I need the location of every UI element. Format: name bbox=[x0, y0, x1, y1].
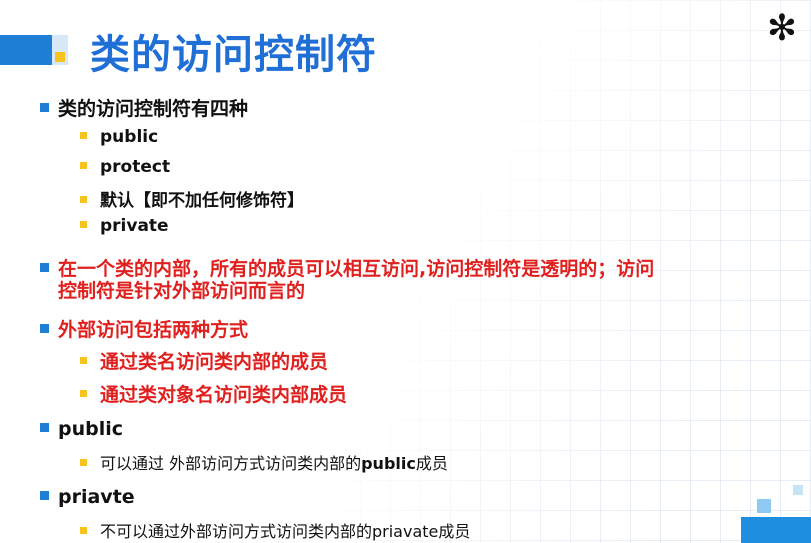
bullet-item: 外部访问包括两种方式 bbox=[40, 315, 248, 342]
sub-bullet-keyword: public bbox=[361, 454, 416, 473]
bullet-item: 类的访问控制符有四种 bbox=[40, 94, 248, 121]
sub-bullet-text: 通过类对象名访问类内部成员 bbox=[100, 384, 348, 406]
sub-bullet-square-icon bbox=[80, 459, 87, 466]
title-bar-decoration bbox=[0, 35, 52, 65]
sub-bullet-square-icon bbox=[80, 161, 87, 169]
bullet-square-icon bbox=[40, 423, 49, 432]
sub-bullet-text-post: 成员 bbox=[415, 454, 448, 473]
bullet-text: priavte bbox=[58, 486, 135, 508]
bullet-text-line2: 控制符是针对外部访问而言的 bbox=[58, 280, 306, 302]
bullet-item: priavte bbox=[40, 486, 135, 508]
bullet-text: 类的访问控制符有四种 bbox=[58, 98, 249, 120]
sub-bullet-square-icon bbox=[80, 220, 87, 228]
bullet-item: public bbox=[40, 418, 123, 440]
sub-bullet-text-pre: 可以通过 外部访问方式访问类内部的 bbox=[100, 454, 362, 473]
sub-bullet-item: private bbox=[80, 216, 169, 236]
sub-bullet-item: 不可以通过外部访问方式访问类内部的priavate成员 bbox=[80, 518, 470, 542]
slide-title: 类的访问控制符 bbox=[90, 32, 377, 78]
sub-bullet-text: protect bbox=[100, 157, 171, 177]
sub-bullet-square-icon bbox=[80, 357, 87, 364]
sub-bullet-text: 不可以通过外部访问方式访问类内部的priavate成员 bbox=[100, 522, 471, 541]
sub-bullet-text: 通过类名访问类内部的成员 bbox=[100, 351, 329, 373]
bullet-square-icon bbox=[40, 103, 49, 112]
corner-decoration-square bbox=[757, 499, 771, 513]
sub-bullet-square-icon bbox=[80, 527, 87, 534]
sub-bullet-item: 通过类名访问类内部的成员 bbox=[80, 347, 328, 374]
corner-decoration-square-small bbox=[793, 485, 803, 495]
bullet-text: public bbox=[58, 418, 124, 440]
sub-bullet-square-icon bbox=[80, 195, 87, 203]
bullet-text-continuation: 控制符是针对外部访问而言的 bbox=[58, 276, 305, 303]
sub-bullet-item: 默认【即不加任何修饰符】 bbox=[80, 186, 304, 211]
title-square-decoration bbox=[55, 52, 65, 62]
sub-bullet-text: public bbox=[100, 127, 159, 147]
asterisk-icon: ✻ bbox=[766, 8, 797, 49]
sub-bullet-square-icon bbox=[80, 131, 87, 139]
sub-bullet-item: public bbox=[80, 127, 158, 147]
sub-bullet-text: private bbox=[100, 216, 169, 236]
bullet-square-icon bbox=[40, 324, 49, 333]
bullet-text: 外部访问包括两种方式 bbox=[58, 319, 249, 341]
sub-bullet-item: 通过类对象名访问类内部成员 bbox=[80, 380, 347, 407]
sub-bullet-text: 默认【即不加任何修饰符】 bbox=[100, 191, 304, 211]
sub-bullet-square-icon bbox=[80, 390, 87, 397]
bullet-square-icon bbox=[40, 263, 49, 272]
sub-bullet-item: 可以通过 外部访问方式访问类内部的public成员 bbox=[80, 450, 448, 474]
corner-decoration bbox=[741, 517, 811, 543]
bullet-square-icon bbox=[40, 491, 49, 500]
sub-bullet-item: protect bbox=[80, 157, 170, 177]
